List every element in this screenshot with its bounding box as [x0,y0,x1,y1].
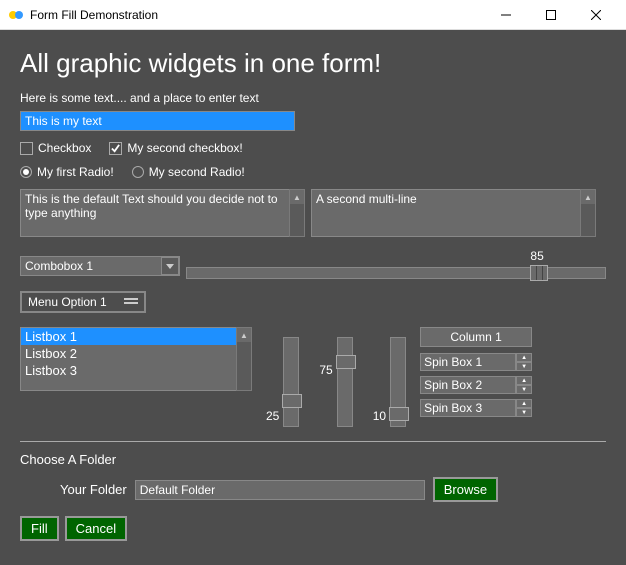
combobox-label: Combobox 1 [21,259,161,273]
spin-up-icon[interactable]: ▲ [516,376,532,385]
spin-up-icon[interactable]: ▲ [516,353,532,362]
spin-box-1[interactable]: Spin Box 1 ▲▼ [420,353,532,371]
spin-column: Column 1 Spin Box 1 ▲▼ Spin Box 2 ▲▼ Spi… [420,327,532,422]
column-header: Column 1 [420,327,532,347]
vertical-slider-2[interactable]: 75 [319,337,352,427]
minimize-button[interactable] [483,0,528,30]
page-heading: All graphic widgets in one form! [20,48,606,79]
horizontal-slider[interactable]: 85 [186,251,606,281]
radio-circle-icon [20,166,32,178]
multiline-1-body[interactable]: This is the default Text should you deci… [20,189,289,237]
radio-1[interactable]: My first Radio! [20,165,114,179]
checkbox-box-icon [20,142,33,155]
window-title: Form Fill Demonstration [30,8,483,22]
slider-thumb[interactable] [282,394,302,408]
multiline-2[interactable]: A second multi-line ▲ [311,189,596,237]
chevron-down-icon[interactable] [161,257,179,275]
cancel-button[interactable]: Cancel [65,516,127,541]
spin-down-icon[interactable]: ▼ [516,362,532,371]
app-icon [8,7,24,23]
checkbox-1[interactable]: Checkbox [20,141,91,155]
spin-down-icon[interactable]: ▼ [516,408,532,417]
spin-box-2[interactable]: Spin Box 2 ▲▼ [420,376,532,394]
scroll-up-icon[interactable]: ▲ [290,190,304,204]
client-area: All graphic widgets in one form! Here is… [0,30,626,565]
list-item[interactable]: Listbox 2 [21,345,236,362]
titlebar: Form Fill Demonstration [0,0,626,30]
scrollbar[interactable]: ▲ [580,189,596,237]
slider-thumb[interactable] [389,407,409,421]
vertical-slider-1[interactable]: 25 [266,337,299,427]
fill-button[interactable]: Fill [20,516,59,541]
spin-down-icon[interactable]: ▼ [516,385,532,394]
radio-2-label: My second Radio! [149,165,245,179]
scrollbar[interactable]: ▲ [289,189,305,237]
checkbox-box-icon [109,142,122,155]
slider-thumb[interactable] [530,265,548,281]
text-input[interactable] [20,111,295,131]
listbox[interactable]: Listbox 1 Listbox 2 Listbox 3 ▲ [20,327,252,391]
scrollbar[interactable]: ▲ [236,327,252,391]
list-item[interactable]: Listbox 1 [21,328,236,345]
scroll-up-icon[interactable]: ▲ [581,190,595,204]
spin-up-icon[interactable]: ▲ [516,399,532,408]
folder-section-label: Choose A Folder [20,452,606,467]
slider-value: 75 [319,363,332,377]
maximize-button[interactable] [528,0,573,30]
menu-option-button[interactable]: Menu Option 1 [20,291,146,313]
slider-value: 85 [530,249,543,263]
list-item[interactable]: Listbox 3 [21,362,236,379]
multiline-2-body[interactable]: A second multi-line [311,189,580,237]
scroll-up-icon[interactable]: ▲ [237,328,251,342]
slider-value: 25 [266,409,279,423]
close-button[interactable] [573,0,618,30]
folder-field-label: Your Folder [60,482,127,497]
slider-value: 10 [373,409,386,423]
menu-option-label: Menu Option 1 [28,295,107,309]
checkbox-2-label: My second checkbox! [127,141,242,155]
combobox[interactable]: Combobox 1 [20,256,180,276]
divider [20,441,606,442]
spin-box-3[interactable]: Spin Box 3 ▲▼ [420,399,532,417]
radio-circle-icon [132,166,144,178]
multiline-1[interactable]: This is the default Text should you deci… [20,189,305,237]
vertical-slider-3[interactable]: 10 [373,337,406,427]
checkbox-2[interactable]: My second checkbox! [109,141,242,155]
slider-thumb[interactable] [336,355,356,369]
menu-icon [124,298,138,306]
checkbox-1-label: Checkbox [38,141,91,155]
radio-1-label: My first Radio! [37,165,114,179]
browse-button[interactable]: Browse [433,477,498,502]
subheading: Here is some text.... and a place to ent… [20,91,606,105]
radio-2[interactable]: My second Radio! [132,165,245,179]
folder-input[interactable] [135,480,425,500]
